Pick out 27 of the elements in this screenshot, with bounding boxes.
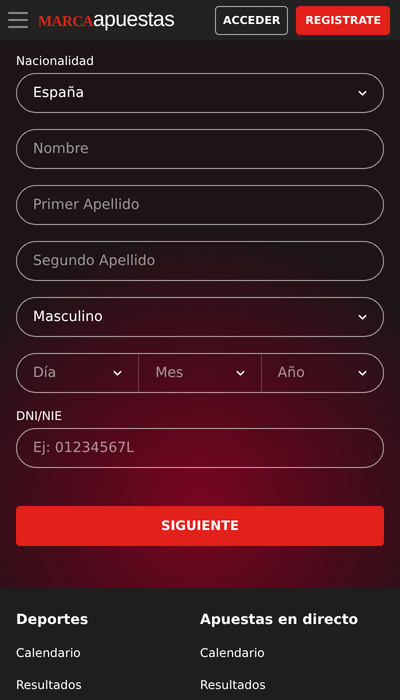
- next-button[interactable]: SIGUIENTE: [16, 506, 384, 546]
- select-field[interactable]: España: [16, 73, 384, 113]
- footer-link[interactable]: Resultados: [16, 678, 200, 692]
- register-button[interactable]: REGISTRATE: [296, 6, 390, 34]
- input-field[interactable]: Nombre: [16, 129, 384, 169]
- footer-heading: Deportes: [16, 612, 90, 628]
- input-field[interactable]: Ej: 01234567L: [16, 428, 384, 468]
- field-label: Nacionalidad: [16, 54, 95, 68]
- footer-link[interactable]: Resultados: [200, 678, 384, 692]
- date-select[interactable]: Año: [260, 354, 383, 392]
- footer-heading: Apuestas en directo: [200, 612, 360, 628]
- input-field[interactable]: Segundo Apellido: [16, 241, 384, 281]
- menu-icon[interactable]: [8, 12, 28, 28]
- chevron-down-icon: [236, 370, 245, 376]
- chevron-down-icon: [358, 370, 367, 376]
- footer-link[interactable]: Calendario: [16, 646, 200, 660]
- chevron-down-icon: [113, 370, 122, 376]
- date-select[interactable]: Mes: [138, 354, 261, 392]
- footer-link[interactable]: Calendario: [200, 646, 384, 660]
- logo[interactable]: MARCAapuestas: [38, 8, 174, 32]
- chevron-down-icon: [358, 90, 367, 96]
- field-label: DNI/NIE: [16, 409, 63, 423]
- select-field[interactable]: Masculino: [16, 297, 384, 337]
- date-select[interactable]: Día: [17, 354, 138, 392]
- chevron-down-icon: [358, 314, 367, 320]
- login-button[interactable]: ACCEDER: [215, 6, 288, 34]
- input-field[interactable]: Primer Apellido: [16, 185, 384, 225]
